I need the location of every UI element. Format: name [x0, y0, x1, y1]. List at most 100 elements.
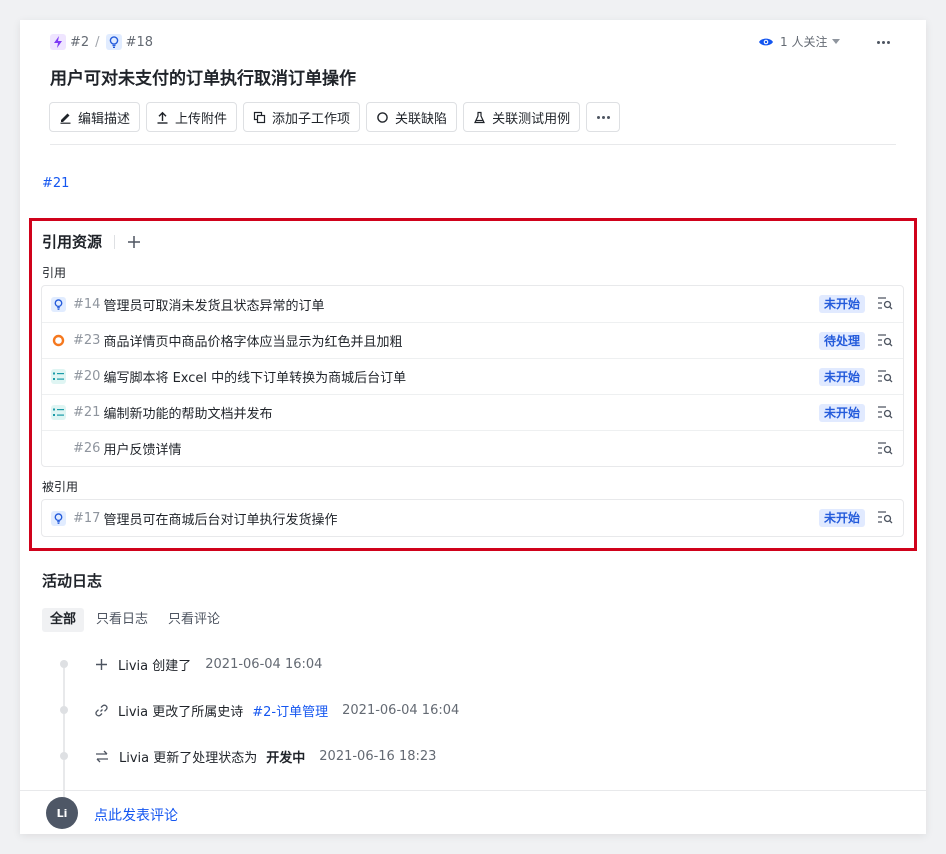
view-detail-icon[interactable] [877, 333, 893, 347]
plus-icon [128, 235, 141, 248]
status-badge: 未开始 [818, 509, 865, 527]
flask-icon [474, 111, 486, 123]
pencil-icon [60, 113, 71, 124]
view-detail-icon[interactable] [877, 441, 893, 455]
more-icon [596, 115, 610, 119]
reference-id: #23 [73, 333, 101, 348]
reference-name[interactable]: 用户反馈详情 [103, 439, 181, 458]
reference-row[interactable]: #17 管理员可在商城后台对订单执行发货操作 未开始 [42, 500, 903, 536]
link-bug-button[interactable]: 关联缺陷 [366, 102, 458, 132]
more-actions-button[interactable] [872, 32, 894, 52]
breadcrumb-epic-link[interactable]: #2 [70, 35, 89, 50]
work-item-card: #2 / #18 1 人关注 用户可对未支付的订单执行取消订单操作 编辑描述 上… [20, 20, 926, 834]
caret-down-icon [832, 39, 841, 44]
status-badge: 待处理 [818, 332, 865, 350]
reference-name[interactable]: 管理员可取消未发货且状态异常的订单 [103, 295, 324, 314]
breadcrumb-story-link[interactable]: #18 [126, 35, 153, 50]
copy-icon [253, 111, 266, 123]
status-badge: 未开始 [818, 368, 865, 386]
edit-description-label: 编辑描述 [78, 111, 131, 127]
divider [114, 234, 116, 249]
page-title: 用户可对未支付的订单执行取消订单操作 [50, 69, 356, 89]
reference-row[interactable]: #20 编写脚本将 Excel 中的线下订单转换为商城后台订单 未开始 [42, 358, 903, 394]
toolbar-more-button[interactable] [586, 102, 621, 132]
reference-name[interactable]: 商品详情页中商品价格字体应当显示为红色并且加粗 [103, 331, 402, 350]
bug-icon [51, 333, 66, 348]
story-icon [51, 510, 66, 526]
link-icon [95, 704, 108, 717]
references-title: 引用资源 [42, 233, 103, 251]
epic-link[interactable]: #2-订单管理 [252, 701, 328, 720]
event-text: Livia 更改了所属史诗 [118, 705, 244, 720]
add-comment-link[interactable]: 点此发表评论 [94, 805, 178, 825]
reference-id: #21 [73, 405, 101, 420]
event-text: Livia 创建了 [118, 659, 192, 674]
link-testcase-button[interactable]: 关联测试用例 [463, 102, 581, 132]
activity-event: Livia 更改了所属史诗 #2-订单管理 2021-06-04 16:04 [95, 701, 459, 720]
reference-name[interactable]: 编制新功能的帮助文档并发布 [103, 403, 272, 422]
activity-event: Livia 创建了 2021-06-04 16:04 [95, 655, 322, 674]
watch-button[interactable]: 1 人关注 [758, 33, 841, 50]
toolbar: 编辑描述 上传附件 添加子工作项 关联缺陷 关联测试用例 [49, 102, 621, 132]
timeline-line [63, 660, 65, 810]
reference-row[interactable]: #23 商品详情页中商品价格字体应当显示为红色并且加粗 待处理 [42, 322, 903, 358]
upload-icon [157, 111, 168, 124]
plus-icon [96, 659, 107, 670]
more-icon [876, 40, 890, 44]
reference-id: #26 [73, 441, 101, 456]
task-icon [51, 405, 66, 420]
reference-row[interactable]: #26 用户反馈详情 [42, 430, 903, 466]
referenced-list: #17 管理员可在商城后台对订单执行发货操作 未开始 [41, 499, 904, 537]
activity-tabs: 全部 只看日志 只看评论 [42, 608, 228, 632]
reference-row[interactable]: #21 编制新功能的帮助文档并发布 未开始 [42, 394, 903, 430]
references-section: 引用资源 引用 #14 管理员可取消未发货且状态异常的订单 未开始 #23 商品详情页中… [29, 218, 917, 551]
edit-description-button[interactable]: 编辑描述 [49, 102, 141, 132]
tab-comments[interactable]: 只看评论 [160, 608, 228, 632]
referenced-group-label: 被引用 [42, 480, 79, 494]
timeline-dot [60, 660, 68, 668]
activity-event: Livia 更新了处理状态为 开发中 2021-06-16 18:23 [95, 747, 436, 766]
event-time: 2021-06-04 16:04 [342, 703, 460, 718]
activity-title: 活动日志 [42, 572, 103, 590]
timeline-dot [60, 706, 68, 714]
event-status: 开发中 [266, 751, 306, 766]
add-subitem-button[interactable]: 添加子工作项 [243, 102, 361, 132]
story-icon [51, 296, 66, 312]
view-detail-icon[interactable] [877, 510, 893, 524]
divider [20, 790, 926, 791]
watch-count: 1 人关注 [780, 35, 828, 49]
view-detail-icon[interactable] [877, 296, 893, 310]
blank-icon [51, 441, 66, 456]
tab-logs[interactable]: 只看日志 [88, 608, 156, 632]
reference-name[interactable]: 编写脚本将 Excel 中的线下订单转换为商城后台订单 [103, 367, 406, 386]
divider [50, 144, 896, 145]
event-time: 2021-06-04 16:04 [205, 657, 323, 672]
task-icon [51, 369, 66, 384]
status-badge: 未开始 [818, 404, 865, 422]
event-text: Livia 更新了处理状态为 [119, 751, 258, 766]
description-link[interactable]: #21 [42, 176, 69, 191]
story-icon [105, 34, 122, 50]
references-header: 引用资源 [42, 231, 141, 252]
breadcrumb-separator: / [95, 34, 100, 50]
add-reference-button[interactable] [127, 232, 141, 252]
bug-circle-icon [377, 111, 388, 123]
view-detail-icon[interactable] [877, 405, 893, 419]
tab-all[interactable]: 全部 [42, 608, 85, 632]
upload-attachment-label: 上传附件 [175, 111, 228, 127]
timeline-dot [60, 752, 68, 760]
reference-id: #20 [73, 369, 101, 384]
breadcrumb: #2 / #18 [50, 34, 153, 50]
link-testcase-label: 关联测试用例 [492, 111, 571, 127]
swap-icon [96, 750, 108, 763]
reference-row[interactable]: #14 管理员可取消未发货且状态异常的订单 未开始 [42, 286, 903, 322]
upload-attachment-button[interactable]: 上传附件 [146, 102, 238, 132]
avatar: Li [46, 797, 78, 829]
refs-group-label: 引用 [42, 266, 67, 280]
add-subitem-label: 添加子工作项 [272, 111, 351, 127]
eye-icon [759, 38, 773, 45]
event-time: 2021-06-16 18:23 [319, 749, 437, 764]
view-detail-icon[interactable] [877, 369, 893, 383]
reference-id: #17 [73, 510, 101, 526]
reference-name[interactable]: 管理员可在商城后台对订单执行发货操作 [103, 509, 337, 528]
